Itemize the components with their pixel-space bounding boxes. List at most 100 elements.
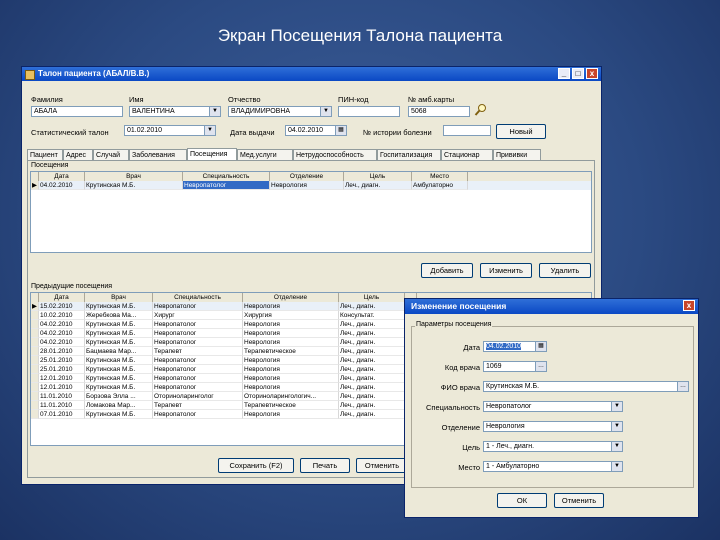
tab-visits[interactable]: Посещения [187,148,237,160]
stat-ticket-date-field[interactable]: 01.02.2010 ▼ [124,125,216,136]
place-value: 1 - Амбулаторно [486,463,540,470]
patronymic-label: Отчество [228,95,261,104]
tab-med-services[interactable]: Мед.услуги [237,149,293,160]
grid-cell: Терапевтическое [243,401,339,410]
grid-cell: Крутинская М.Б. [85,383,153,392]
grid-cell: Терапевт [153,401,243,410]
card-number-field[interactable]: 5068 [408,106,470,117]
dialog-cancel-button[interactable]: Отменить [554,493,604,508]
tab-patient[interactable]: Пациент [27,149,63,160]
tab-address[interactable]: Адрес [63,149,93,160]
maximize-button[interactable]: □ [572,68,584,79]
chevron-down-icon[interactable]: ▼ [209,107,220,116]
first-name-label: Имя [129,95,144,104]
ellipsis-icon[interactable]: … [677,382,688,391]
column-header[interactable]: Врач [85,293,153,302]
new-button[interactable]: Новый [496,124,546,139]
ellipsis-icon[interactable]: … [535,362,546,371]
row-indicator-header [31,172,39,181]
issue-date-field[interactable]: 04.02.2010 ▦ [285,125,347,136]
minimize-button[interactable]: _ [558,68,570,79]
calendar-icon[interactable]: ▦ [535,342,546,351]
chevron-down-icon[interactable]: ▼ [611,442,622,451]
column-header[interactable]: Место [412,172,468,181]
row-indicator [31,401,39,410]
tab-inpatient[interactable]: Стационар [441,149,493,160]
grid-cell: 11.01.2010 [39,401,85,410]
edit-visit-button[interactable]: Изменить [480,263,532,278]
app-icon [25,70,35,80]
row-indicator [31,338,39,347]
grid-cell: 15.02.2010 [39,302,85,311]
dialog-date-field[interactable]: 04.02.2010 ▦ [483,341,547,352]
column-header[interactable]: Цель [339,293,405,302]
column-header[interactable]: Цель [344,172,412,181]
grid-cell: Леч., диагн. [339,374,405,383]
chevron-down-icon[interactable]: ▼ [611,422,622,431]
grid-cell: Неврология [243,365,339,374]
ok-button[interactable]: ОК [497,493,547,508]
visits-grid[interactable]: Дата Врач Специальность Отделение Цель Место ▶… [30,171,592,253]
column-header[interactable]: Врач [85,172,183,181]
doctor-name-field[interactable]: Крутинская М.Б.… [483,381,689,392]
tab-disability[interactable]: Нетрудоспособность [293,149,377,160]
visit-row[interactable]: ▶ 04.02.2010 Крутинская М.Б. Невропатолог Не… [31,181,591,190]
pin-code-field[interactable] [338,106,400,117]
column-header[interactable]: Специальность [153,293,243,302]
chevron-down-icon[interactable]: ▼ [204,126,215,135]
visit-params-caption: Параметры посещения [415,321,493,328]
chevron-down-icon[interactable]: ▼ [320,107,331,116]
tab-case[interactable]: Случай [93,149,129,160]
grid-cell: Ломакова Мар... [85,401,153,410]
grid-cell: 04.02.2010 [39,329,85,338]
column-header[interactable]: Дата [39,172,85,181]
chevron-down-icon[interactable]: ▼ [611,402,622,411]
grid-cell: Консультат. [339,311,405,320]
issue-date-label: Дата выдачи [230,128,275,137]
column-header[interactable]: Отделение [270,172,344,181]
column-header[interactable]: Дата [39,293,85,302]
tab-hospitalization[interactable]: Госпитализация [377,149,441,160]
dialog-titlebar[interactable]: Изменение посещения x [405,299,698,314]
first-name-field[interactable]: ВАЛЕНТИНА ▼ [129,106,221,117]
department-value: Неврология [486,423,525,430]
patronymic-field[interactable]: ВЛАДИМИРОВНА ▼ [228,106,332,117]
specialty-select[interactable]: Невропатолог ▼ [483,401,623,412]
row-indicator [31,410,39,419]
delete-visit-button[interactable]: Удалить [539,263,591,278]
column-header[interactable]: Отделение [243,293,339,302]
search-icon[interactable] [474,103,488,117]
chevron-down-icon[interactable]: ▼ [611,462,622,471]
dialog-date-value: 04.02.2010 [486,343,522,350]
row-indicator [31,356,39,365]
grid-cell: Оториноларинголог [153,392,243,401]
doctor-code-field[interactable]: 1069… [483,361,547,372]
dialog-close-button[interactable]: x [683,300,695,311]
grid-cell: Леч., диагн. [339,383,405,392]
close-button[interactable]: x [586,68,598,79]
department-select[interactable]: Неврология ▼ [483,421,623,432]
grid-cell: Неврология [243,302,339,311]
history-number-label: № истории болезни [363,128,432,137]
print-button[interactable]: Печать [300,458,350,473]
grid-cell: Неврология [243,338,339,347]
prev-visits-caption: Предыдущие посещения [30,283,114,290]
row-indicator [31,320,39,329]
row-indicator [31,365,39,374]
save-button[interactable]: Сохранить (F2) [218,458,294,473]
add-visit-button[interactable]: Добавить [421,263,473,278]
cancel-button[interactable]: Отменить [356,458,408,473]
tab-vaccinations[interactable]: Прививки [493,149,541,160]
history-number-field[interactable] [443,125,491,136]
grid-cell: 12.01.2010 [39,383,85,392]
row-indicator [31,383,39,392]
place-select[interactable]: 1 - Амбулаторно ▼ [483,461,623,472]
column-header[interactable]: Специальность [183,172,270,181]
purpose-select[interactable]: 1 - Леч., диагн. ▼ [483,441,623,452]
main-window-titlebar[interactable]: Талон пациента (АБАЛ/В.В.) _ □ x [22,67,601,81]
grid-cell: Леч., диагн. [339,347,405,356]
calendar-icon[interactable]: ▦ [335,126,346,135]
last-name-field[interactable]: АБАЛА [31,106,123,117]
grid-cell: Невропатолог [153,410,243,419]
tab-diseases[interactable]: Заболевания [129,149,187,160]
